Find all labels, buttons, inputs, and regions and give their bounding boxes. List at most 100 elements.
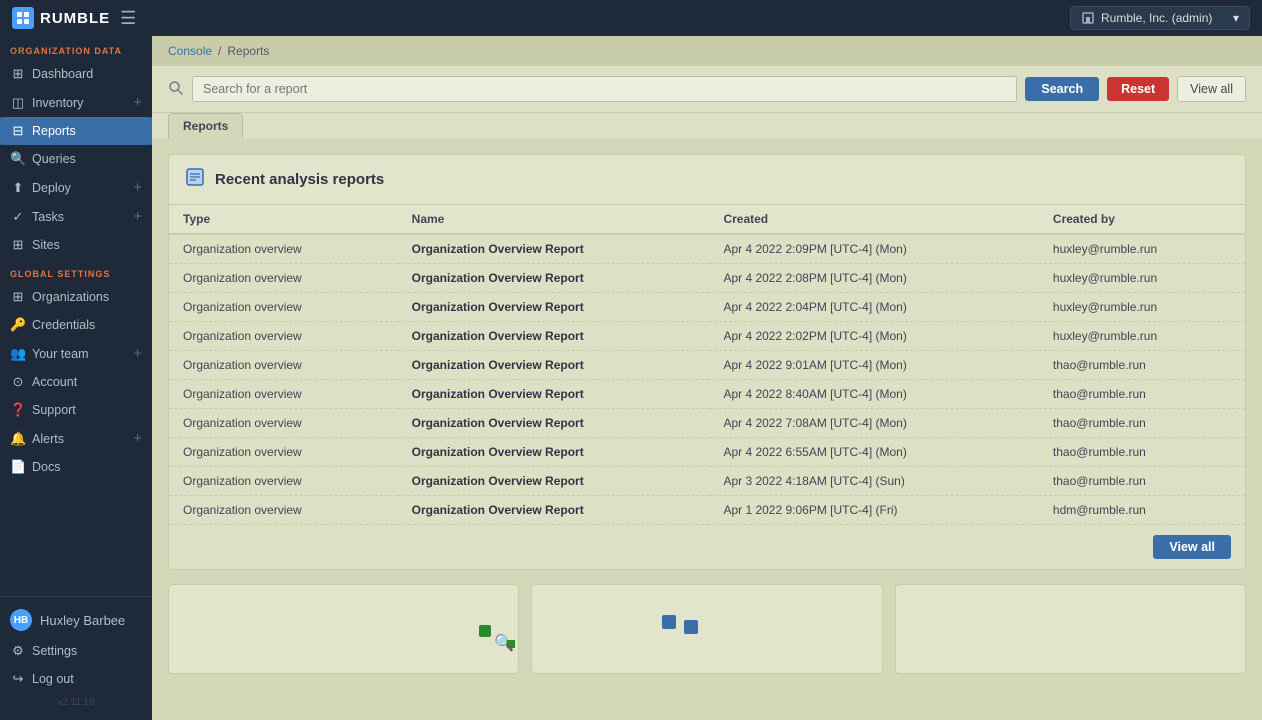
- account-icon: ⊙: [10, 374, 26, 390]
- sidebar-item-label: Organizations: [32, 290, 109, 304]
- cell-name: Organization Overview Report: [398, 293, 710, 322]
- cell-created-by: huxley@rumble.run: [1039, 322, 1245, 351]
- sidebar-item-inventory[interactable]: ◫ Inventory +: [0, 88, 152, 117]
- bottom-cards: 🔍: [168, 584, 1246, 674]
- logo-icon: [12, 7, 34, 29]
- alerts-icon: 🔔: [10, 431, 26, 447]
- plus-icon[interactable]: +: [133, 208, 142, 225]
- sidebar-item-label: Inventory: [32, 96, 83, 110]
- sidebar-item-credentials[interactable]: 🔑 Credentials: [0, 311, 152, 339]
- reports-table: Type Name Created Created by Organizatio…: [169, 205, 1245, 525]
- sidebar-item-queries[interactable]: 🔍 Queries: [0, 145, 152, 173]
- cell-type: Organization overview: [169, 438, 398, 467]
- sidebar-item-account[interactable]: ⊙ Account: [0, 368, 152, 396]
- global-settings-section-label: GLOBAL SETTINGS: [0, 259, 152, 283]
- table-row[interactable]: Organization overviewOrganization Overvi…: [169, 264, 1245, 293]
- credentials-icon: 🔑: [10, 317, 26, 333]
- tab-reports[interactable]: Reports: [168, 113, 243, 138]
- sidebar-item-organizations[interactable]: ⊞ Organizations: [0, 283, 152, 311]
- chevron-down-icon: ▾: [1233, 11, 1239, 25]
- sidebar-item-label: Your team: [32, 347, 89, 361]
- sidebar-item-alerts[interactable]: 🔔 Alerts +: [0, 424, 152, 453]
- table-row[interactable]: Organization overviewOrganization Overvi…: [169, 234, 1245, 264]
- cell-created-by: hdm@rumble.run: [1039, 496, 1245, 525]
- bottom-card-2[interactable]: [531, 584, 882, 674]
- cell-type: Organization overview: [169, 380, 398, 409]
- table-row[interactable]: Organization overviewOrganization Overvi…: [169, 322, 1245, 351]
- sidebar-item-label: Queries: [32, 152, 76, 166]
- sidebar-item-label: Tasks: [32, 210, 64, 224]
- sidebar-item-your-team[interactable]: 👥 Your team +: [0, 339, 152, 368]
- team-icon: 👥: [10, 346, 26, 362]
- table-row[interactable]: Organization overviewOrganization Overvi…: [169, 380, 1245, 409]
- sidebar: ORGANIZATION DATA ⊞ Dashboard ◫ Inventor…: [0, 36, 152, 720]
- cell-created-by: thao@rumble.run: [1039, 351, 1245, 380]
- plus-icon[interactable]: +: [133, 430, 142, 447]
- tab-bar: Reports: [152, 113, 1262, 138]
- table-row[interactable]: Organization overviewOrganization Overvi…: [169, 409, 1245, 438]
- inventory-icon: ◫: [10, 95, 26, 111]
- sidebar-item-reports[interactable]: ⊟ Reports: [0, 117, 152, 145]
- cell-created-by: huxley@rumble.run: [1039, 264, 1245, 293]
- cell-name: Organization Overview Report: [398, 351, 710, 380]
- plus-icon[interactable]: +: [133, 345, 142, 362]
- cell-type: Organization overview: [169, 409, 398, 438]
- cell-type: Organization overview: [169, 467, 398, 496]
- bottom-card-1[interactable]: 🔍: [168, 584, 519, 674]
- search-input[interactable]: [192, 76, 1017, 102]
- breadcrumb-current: Reports: [227, 44, 269, 58]
- main-content: Console / Reports Search Reset View all …: [152, 36, 1262, 720]
- search-bar: Search Reset View all: [152, 66, 1262, 113]
- table-row[interactable]: Organization overviewOrganization Overvi…: [169, 496, 1245, 525]
- organizations-icon: ⊞: [10, 289, 26, 305]
- sidebar-item-logout[interactable]: ↪ Log out: [0, 665, 152, 693]
- sidebar-item-label: Support: [32, 403, 76, 417]
- reports-section-title: Recent analysis reports: [215, 171, 384, 188]
- plus-icon[interactable]: +: [133, 94, 142, 111]
- cell-type: Organization overview: [169, 351, 398, 380]
- sidebar-item-docs[interactable]: 📄 Docs: [0, 453, 152, 481]
- sidebar-item-deploy[interactable]: ⬆ Deploy +: [0, 173, 152, 202]
- table-row[interactable]: Organization overviewOrganization Overvi…: [169, 438, 1245, 467]
- sidebar-item-label: Log out: [32, 672, 74, 686]
- cell-name: Organization Overview Report: [398, 264, 710, 293]
- bottom-card-3[interactable]: [895, 584, 1246, 674]
- view-all-button[interactable]: View all: [1153, 535, 1231, 559]
- table-row[interactable]: Organization overviewOrganization Overvi…: [169, 351, 1245, 380]
- cell-name: Organization Overview Report: [398, 438, 710, 467]
- cell-type: Organization overview: [169, 293, 398, 322]
- table-row[interactable]: Organization overviewOrganization Overvi…: [169, 467, 1245, 496]
- cell-created: Apr 4 2022 2:09PM [UTC-4] (Mon): [709, 234, 1038, 264]
- plus-icon[interactable]: +: [133, 179, 142, 196]
- sidebar-item-tasks[interactable]: ✓ Tasks +: [0, 202, 152, 231]
- view-all-top-button[interactable]: View all: [1177, 76, 1246, 102]
- user-profile[interactable]: HB Huxley Barbee: [0, 603, 152, 637]
- cell-type: Organization overview: [169, 264, 398, 293]
- sidebar-item-settings[interactable]: ⚙ Settings: [0, 637, 152, 665]
- sidebar-item-label: Alerts: [32, 432, 64, 446]
- search-button[interactable]: Search: [1025, 77, 1099, 101]
- logout-icon: ↪: [10, 671, 26, 687]
- sidebar-item-support[interactable]: ❓ Support: [0, 396, 152, 424]
- report-section-icon: [185, 167, 205, 192]
- sidebar-item-label: Dashboard: [32, 67, 93, 81]
- cell-created-by: huxley@rumble.run: [1039, 234, 1245, 264]
- queries-icon: 🔍: [10, 151, 26, 167]
- hamburger-icon[interactable]: ☰: [120, 8, 136, 29]
- cell-name: Organization Overview Report: [398, 496, 710, 525]
- reports-icon: ⊟: [10, 123, 26, 139]
- breadcrumb-console[interactable]: Console: [168, 44, 212, 58]
- cell-created: Apr 4 2022 9:01AM [UTC-4] (Mon): [709, 351, 1038, 380]
- logo: RUMBLE: [12, 7, 110, 29]
- reports-card-header: Recent analysis reports: [169, 155, 1245, 205]
- logo-text: RUMBLE: [40, 10, 110, 27]
- cell-type: Organization overview: [169, 322, 398, 351]
- org-selector[interactable]: Rumble, Inc. (admin) ▾: [1070, 6, 1250, 30]
- sidebar-item-label: Docs: [32, 460, 60, 474]
- table-row[interactable]: Organization overviewOrganization Overvi…: [169, 293, 1245, 322]
- sidebar-item-dashboard[interactable]: ⊞ Dashboard: [0, 60, 152, 88]
- sites-icon: ⊞: [10, 237, 26, 253]
- sidebar-item-sites[interactable]: ⊞ Sites: [0, 231, 152, 259]
- map-square-blue: [662, 615, 676, 629]
- reset-button[interactable]: Reset: [1107, 77, 1169, 101]
